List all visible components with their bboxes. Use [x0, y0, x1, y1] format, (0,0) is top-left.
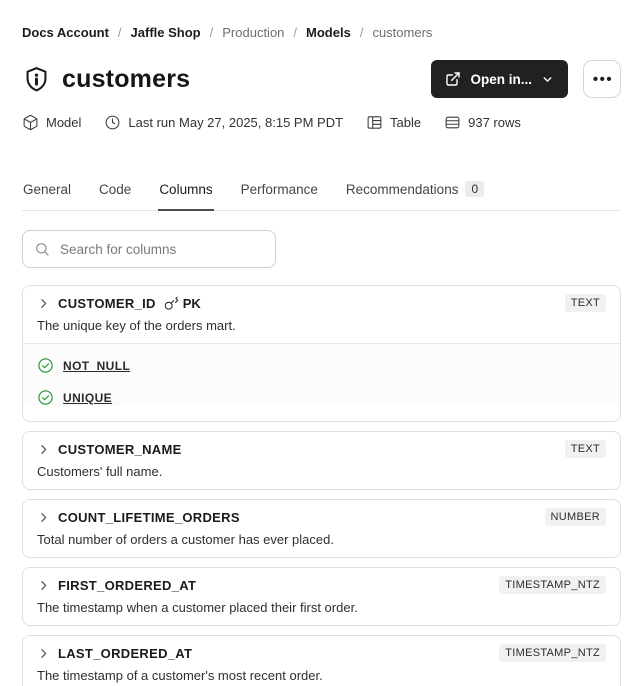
header-actions: Open in... •••	[431, 60, 621, 98]
breadcrumb-item-production[interactable]: Production	[222, 25, 284, 40]
meta-row-count-label: 937 rows	[468, 115, 521, 130]
open-in-button[interactable]: Open in...	[431, 60, 568, 98]
column-card-count-lifetime-orders: COUNT_LIFETIME_ORDERS NUMBER Total numbe…	[22, 499, 621, 558]
column-header[interactable]: CUSTOMER_NAME TEXT	[37, 440, 606, 458]
clock-icon	[106, 115, 120, 130]
column-type-badge: TEXT	[564, 294, 606, 312]
column-card-main: LAST_ORDERED_AT TIMESTAMP_NTZ The timest…	[23, 636, 620, 686]
test-row: UNIQUE	[37, 389, 606, 406]
more-actions-button[interactable]: •••	[583, 60, 621, 98]
column-description: The timestamp when a customer placed the…	[37, 600, 358, 615]
meta-model: Model	[22, 114, 81, 131]
column-description: Total number of orders a customer has ev…	[37, 532, 334, 547]
breadcrumb-item-models[interactable]: Models	[306, 25, 351, 40]
column-type-badge: TIMESTAMP_NTZ	[499, 576, 606, 594]
tab-recommendations-label: Recommendations	[345, 181, 459, 197]
meta-model-label: Model	[46, 115, 82, 130]
chevron-right-icon[interactable]	[37, 579, 50, 592]
tab-performance[interactable]: Performance	[240, 182, 319, 211]
meta-last-run: Last run May 27, 2025, 8:15 PM PDT	[104, 114, 343, 131]
chevron-down-icon	[543, 76, 552, 82]
column-name: LAST_ORDERED_AT	[58, 645, 193, 661]
breadcrumb-separator: /	[359, 25, 364, 40]
table-icon	[367, 116, 382, 129]
breadcrumb-separator: /	[293, 25, 298, 40]
column-card-customer-id: CUSTOMER_ID PK TEXT The unique key of th…	[22, 285, 621, 422]
column-type-badge: TIMESTAMP_NTZ	[499, 644, 606, 662]
chevron-right-icon[interactable]	[37, 511, 50, 524]
recommendations-count-badge: 0	[465, 181, 485, 197]
breadcrumb-separator: /	[117, 25, 122, 40]
key-icon	[164, 296, 178, 310]
open-in-label: Open in...	[470, 71, 532, 87]
test-link-not-null[interactable]: NOT_NULL	[63, 359, 130, 373]
chevron-right-icon[interactable]	[37, 297, 50, 310]
column-description: The unique key of the orders mart.	[37, 318, 236, 333]
column-header[interactable]: LAST_ORDERED_AT TIMESTAMP_NTZ	[37, 644, 606, 662]
cube-icon	[23, 114, 38, 131]
tab-general-label: General	[23, 182, 72, 197]
meta-row-count: 937 rows	[444, 114, 521, 131]
column-card-main: FIRST_ORDERED_AT TIMESTAMP_NTZ The times…	[23, 568, 620, 625]
column-card-customer-name: CUSTOMER_NAME TEXT Customers' full name.	[22, 431, 621, 490]
column-type-badge: NUMBER	[544, 508, 606, 526]
breadcrumb-separator: /	[209, 25, 214, 40]
page-title: customers	[62, 64, 191, 93]
meta-last-run-label: Last run May 27, 2025, 8:15 PM PDT	[128, 115, 344, 130]
external-link-icon	[446, 72, 461, 86]
column-card-main: COUNT_LIFETIME_ORDERS NUMBER Total numbe…	[23, 500, 620, 557]
rows-icon	[445, 116, 460, 129]
column-name: COUNT_LIFETIME_ORDERS	[58, 509, 240, 525]
column-header[interactable]: FIRST_ORDERED_AT TIMESTAMP_NTZ	[37, 576, 606, 594]
column-description: Customers' full name.	[37, 464, 163, 479]
model-detail-page: Docs Account / Jaffle Shop / Production …	[0, 0, 643, 686]
column-card-first-ordered-at: FIRST_ORDERED_AT TIMESTAMP_NTZ The times…	[22, 567, 621, 626]
pk-label: PK	[182, 295, 201, 311]
chevron-right-icon[interactable]	[37, 443, 50, 456]
tab-columns-label: Columns	[159, 182, 213, 197]
tab-code-label: Code	[99, 182, 132, 197]
breadcrumb-item-jaffle-shop[interactable]: Jaffle Shop	[131, 25, 201, 40]
tab-performance-label: Performance	[240, 182, 318, 197]
detail-tabs: General Code Columns Performance Recomme…	[22, 181, 621, 211]
column-description: The timestamp of a customer's most recen…	[37, 668, 323, 683]
tab-code[interactable]: Code	[98, 182, 132, 211]
ellipsis-icon: •••	[592, 70, 614, 88]
tab-general[interactable]: General	[22, 182, 72, 211]
column-type-badge: TEXT	[564, 440, 606, 458]
breadcrumb-item-customers: customers	[372, 25, 433, 40]
breadcrumb-item-docs-account[interactable]: Docs Account	[22, 25, 109, 40]
column-tests: NOT_NULL UNIQUE	[23, 343, 620, 406]
column-name: CUSTOMER_ID	[58, 295, 156, 311]
column-list: CUSTOMER_ID PK TEXT The unique key of th…	[22, 285, 621, 686]
column-header[interactable]: COUNT_LIFETIME_ORDERS NUMBER	[37, 508, 606, 526]
resource-meta: Model Last run May 27, 2025, 8:15 PM PDT…	[22, 114, 621, 131]
chevron-right-icon[interactable]	[37, 647, 50, 660]
breadcrumb: Docs Account / Jaffle Shop / Production …	[22, 0, 621, 40]
check-circle-icon	[38, 358, 53, 373]
column-header[interactable]: CUSTOMER_ID PK TEXT	[37, 294, 606, 312]
column-card-last-ordered-at: LAST_ORDERED_AT TIMESTAMP_NTZ The timest…	[22, 635, 621, 686]
page-header: customers Open in... •••	[22, 59, 621, 99]
column-name: FIRST_ORDERED_AT	[58, 577, 197, 593]
column-card-main: CUSTOMER_NAME TEXT Customers' full name.	[23, 432, 620, 489]
column-card-main: CUSTOMER_ID PK TEXT The unique key of th…	[23, 286, 620, 343]
meta-materialization-label: Table	[390, 115, 422, 130]
meta-materialization: Table	[366, 114, 421, 131]
primary-key-indicator: PK	[164, 296, 201, 311]
shield-health-icon	[26, 66, 47, 91]
search-input[interactable]	[22, 230, 276, 268]
tab-columns[interactable]: Columns	[158, 182, 214, 211]
test-link-unique[interactable]: UNIQUE	[63, 391, 112, 405]
column-search	[22, 230, 276, 268]
test-row: NOT_NULL	[37, 357, 606, 374]
search-icon	[36, 243, 49, 256]
check-circle-icon	[38, 390, 53, 405]
tab-recommendations[interactable]: Recommendations 0	[345, 181, 485, 211]
column-name: CUSTOMER_NAME	[58, 441, 182, 457]
